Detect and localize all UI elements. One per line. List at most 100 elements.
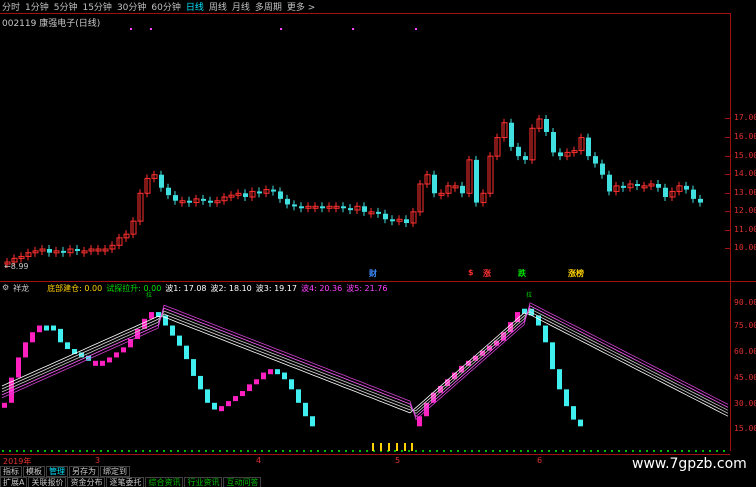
indicator-bar (37, 325, 42, 333)
tab-extend-a[interactable]: 扩展A (0, 477, 28, 487)
indicator-bar (254, 379, 259, 385)
baseline-dot (660, 450, 662, 452)
baseline-dot (590, 450, 592, 452)
indicator-tabs: 指标 模板 管理 另存为 绑定到 (0, 466, 131, 477)
baseline-dot (597, 450, 599, 452)
baseline-dot (646, 450, 648, 452)
axis-tick (725, 230, 730, 231)
candle-body (201, 198, 206, 201)
indicator-axis-label: 30.00 (734, 399, 756, 408)
candle-body (593, 156, 598, 164)
baseline-dot (450, 450, 452, 452)
candle-body (551, 132, 556, 153)
axis-tick (725, 156, 730, 157)
candle-body (635, 184, 640, 186)
axis-tick (725, 193, 730, 194)
baseline-dot (142, 450, 144, 452)
baseline-dot (611, 450, 613, 452)
event-dot (130, 28, 132, 30)
candle-body (257, 191, 262, 194)
indicator-bar (275, 369, 280, 375)
event-marker-top-list[interactable]: 涨榜 (568, 268, 584, 279)
event-marker-dollar[interactable]: $ (468, 268, 474, 277)
tab-industry-news[interactable]: 行业资讯 (184, 477, 223, 487)
baseline-dot (338, 450, 340, 452)
indicator-bar (289, 379, 294, 390)
indicator-axis-label: 90.00 (734, 298, 756, 307)
tab-bind-to[interactable]: 绑定到 (100, 466, 130, 477)
indicator-bar (177, 335, 182, 346)
tab-qa[interactable]: 互动问答 (223, 477, 262, 487)
tab-related-quote[interactable]: 关联报价 (28, 477, 67, 487)
baseline-dot (653, 450, 655, 452)
tab-template[interactable]: 模板 (23, 466, 45, 477)
indicator-axis-label: 45.00 (734, 373, 756, 382)
baseline-dot (632, 450, 634, 452)
baseline-dot (163, 450, 165, 452)
candle-body (292, 204, 297, 207)
baseline-dot (93, 450, 95, 452)
tab-fund-distribution[interactable]: 资金分布 (67, 477, 106, 487)
baseline-dot (310, 450, 312, 452)
signal-bar (396, 443, 398, 451)
candle-body (698, 198, 703, 203)
baseline-dot (233, 450, 235, 452)
baseline-dot (702, 450, 704, 452)
indicator-bar (261, 372, 266, 380)
indicator-band-line (1, 312, 729, 417)
tab-general-news[interactable]: 综合资讯 (145, 477, 184, 487)
price-axis-label: 14.00 (734, 169, 756, 178)
candle-body (432, 174, 437, 194)
indicator-header: ⚙ 祥龙 底部建仓: 0.00 试探拉升: 0.00 波1: 17.08 波2:… (2, 283, 387, 294)
indicator-bar (578, 419, 583, 427)
baseline-dot (429, 450, 431, 452)
candle-body (474, 159, 479, 203)
candle-body (558, 152, 563, 157)
candle-body (173, 195, 178, 201)
indicator-bar (58, 328, 63, 343)
date-axis: 2019年 3 4 5 6 (0, 454, 730, 466)
indicator-bar (51, 325, 56, 331)
indicator-bar (23, 342, 28, 358)
baseline-dot (527, 450, 529, 452)
baseline-dot (555, 450, 557, 452)
signal-bar (380, 443, 382, 451)
indicator-name[interactable]: 祥龙 (13, 283, 29, 294)
tab-indicator[interactable]: 指标 (0, 466, 22, 477)
candle-body (404, 219, 409, 223)
price-axis (730, 13, 731, 283)
candle-body (663, 187, 668, 197)
baseline-dot (548, 450, 550, 452)
signal-label: 拉 (146, 292, 153, 299)
tab-manage[interactable]: 管理 (46, 466, 68, 477)
candle-body (544, 119, 549, 132)
candle-body (523, 156, 528, 160)
settings-icon[interactable]: ⚙ (2, 283, 9, 294)
indicator-bar (149, 312, 154, 319)
baseline-dot (275, 450, 277, 452)
baseline-dot (289, 450, 291, 452)
wave-2-label: 波2: 18.10 (210, 284, 252, 293)
candle-body (75, 249, 80, 251)
event-marker-fall[interactable]: 跌 (518, 268, 526, 279)
wave-1-label: 波1: 17.08 (165, 284, 207, 293)
baseline-dot (352, 450, 354, 452)
indicator-axis-label: 60.00 (734, 347, 756, 356)
candle-body (299, 206, 304, 209)
tab-save-as[interactable]: 另存为 (69, 466, 99, 477)
date-label: 4 (256, 456, 262, 465)
tab-order-detail[interactable]: 逐笔委托 (106, 477, 145, 487)
indicator-bar (205, 389, 210, 403)
event-marker-finance[interactable]: 财 (369, 268, 377, 279)
event-marker-rise[interactable]: 涨 (483, 268, 491, 279)
candlestick-chart[interactable] (0, 0, 756, 487)
baseline-dot (499, 450, 501, 452)
candle-body (61, 250, 66, 253)
baseline-dot (576, 450, 578, 452)
price-axis-label: 13.00 (734, 188, 756, 197)
baseline-dot (65, 450, 67, 452)
baseline-dot (121, 450, 123, 452)
indicator-bar (310, 416, 315, 427)
baseline-dot (408, 450, 410, 452)
indicator-bar (44, 325, 49, 331)
